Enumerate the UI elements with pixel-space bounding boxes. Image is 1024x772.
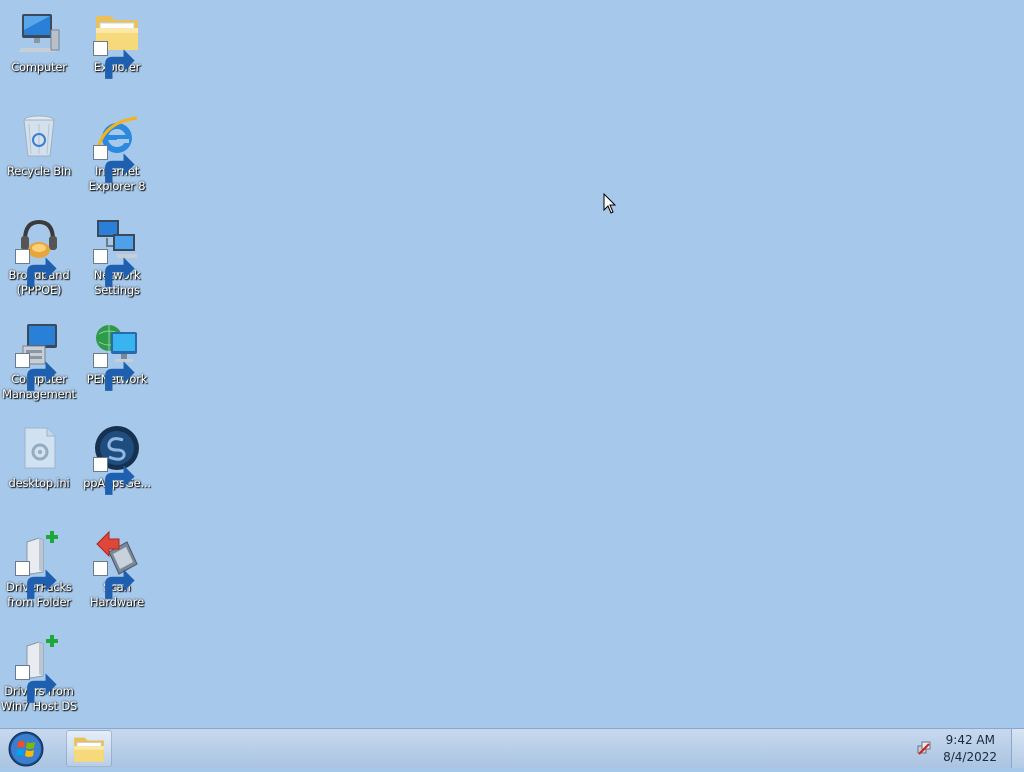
recycle-bin-icon (15, 112, 63, 160)
desktop-icon-label: Computer (11, 60, 67, 74)
desktop-icon-desktop-ini[interactable]: desktop.ini (0, 418, 78, 491)
clock-date[interactable]: 8/4/2022 (943, 750, 997, 764)
desktop-icon-label: desktop.ini (8, 476, 70, 490)
folder-icon (74, 737, 104, 762)
system-tray: 9:42 AM 8/4/2022 (884, 729, 1024, 769)
drivers-host-icon (15, 632, 63, 703)
windows-start-icon (8, 731, 44, 767)
taskbar: 9:42 AM 8/4/2022 (0, 728, 1024, 768)
desktop-icon-penetwork[interactable]: PENetwork (78, 314, 156, 391)
computer-management-icon (15, 320, 63, 391)
start-button[interactable] (4, 730, 48, 768)
scan-hardware-icon (93, 528, 141, 599)
desktop-icon-computer[interactable]: Computer (0, 2, 78, 75)
network-settings-icon (93, 216, 141, 287)
folder-icon (93, 8, 141, 79)
desktop-icon-ppapps[interactable]: ppAppsGe... (78, 418, 156, 495)
taskbar-explorer-button[interactable] (66, 730, 112, 767)
shortcut-arrow-icon (93, 249, 135, 287)
desktop-icon-label: Recycle Bin (6, 164, 72, 178)
shortcut-arrow-icon (93, 561, 135, 599)
computer-icon (15, 8, 63, 56)
driverpacks-icon (15, 528, 63, 599)
desktop-icon-broadband[interactable]: Broadband (PPPOE) (0, 210, 78, 298)
desktop-icon-scan-hardware[interactable]: Scan Hardware (78, 522, 156, 610)
network-tray-icon[interactable] (916, 740, 932, 756)
internet-explorer-icon (93, 112, 141, 183)
desktop-icon-recycle-bin[interactable]: Recycle Bin (0, 106, 78, 179)
ini-file-icon (15, 424, 63, 472)
shortcut-arrow-icon (93, 353, 135, 391)
show-desktop-button[interactable] (1011, 729, 1024, 768)
desktop: Computer Explorer Recycle Bin Internet E… (0, 0, 1024, 728)
penetwork-icon (93, 320, 141, 391)
shortcut-arrow-icon (15, 249, 57, 287)
shortcut-arrow-icon (93, 145, 135, 183)
desktop-icon-internet-explorer[interactable]: Internet Explorer 8 (78, 106, 156, 194)
shortcut-arrow-icon (15, 665, 57, 703)
clock-time[interactable]: 9:42 AM (946, 733, 995, 747)
desktop-icon-network-settings[interactable]: Network Settings (78, 210, 156, 298)
desktop-icon-drivers-host[interactable]: Drivers from Win7 Host DS (0, 626, 78, 714)
shortcut-arrow-icon (15, 353, 57, 391)
desktop-icon-computer-management[interactable]: Computer Management (0, 314, 78, 402)
ppapps-icon (93, 424, 141, 495)
shortcut-arrow-icon (15, 561, 57, 599)
broadband-icon (15, 216, 63, 287)
desktop-icon-explorer[interactable]: Explorer (78, 2, 156, 79)
desktop-icon-driverpacks[interactable]: DriverPacks from Folder (0, 522, 78, 610)
shortcut-arrow-icon (93, 41, 135, 79)
mouse-cursor-icon (603, 193, 617, 214)
shortcut-arrow-icon (93, 457, 135, 495)
